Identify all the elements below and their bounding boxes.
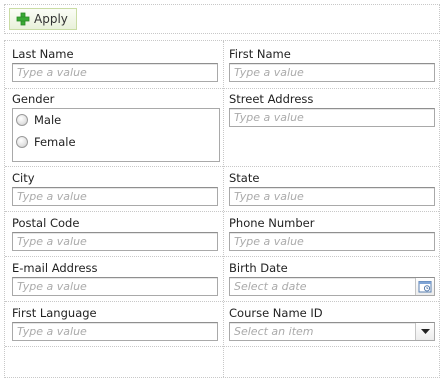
phone-number-label: Phone Number <box>229 216 315 230</box>
first-name-input[interactable]: Type a value <box>229 63 435 82</box>
radio-button[interactable] <box>16 136 28 148</box>
apply-button[interactable]: Apply <box>9 8 77 30</box>
state-input[interactable]: Type a value <box>229 187 435 206</box>
chevron-down-icon[interactable] <box>415 323 434 340</box>
plus-icon <box>16 12 30 26</box>
birth-date-label: Birth Date <box>229 261 288 275</box>
row-divider <box>5 88 439 89</box>
row-divider <box>5 346 439 347</box>
city-label: City <box>12 171 35 185</box>
calendar-icon[interactable] <box>415 278 434 295</box>
phone-number-input[interactable]: Type a value <box>229 232 435 251</box>
toolbar: Apply <box>4 4 440 34</box>
street-address-input[interactable]: Type a value <box>229 108 435 127</box>
postal-code-label: Postal Code <box>12 216 80 230</box>
gender-option-female[interactable]: Female <box>16 135 76 149</box>
state-label: State <box>229 171 260 185</box>
registration-form: Last Name Type a value First Name Type a… <box>4 40 440 378</box>
apply-label: Apply <box>34 12 68 26</box>
gender-label: Gender <box>12 92 55 106</box>
column-divider <box>223 41 224 377</box>
gender-option-male[interactable]: Male <box>16 113 61 127</box>
row-divider <box>5 256 439 257</box>
email-input[interactable]: Type a value <box>12 277 218 296</box>
last-name-label: Last Name <box>12 47 74 61</box>
last-name-input[interactable]: Type a value <box>12 63 218 82</box>
gender-option-label: Female <box>34 135 76 149</box>
row-divider <box>5 166 439 167</box>
first-language-label: First Language <box>12 306 97 320</box>
postal-code-input[interactable]: Type a value <box>12 232 218 251</box>
gender-option-label: Male <box>34 113 62 127</box>
street-address-label: Street Address <box>229 92 314 106</box>
birth-date-picker[interactable]: Select a date <box>229 277 435 296</box>
course-name-id-placeholder: Select an item <box>234 325 314 338</box>
course-name-id-label: Course Name ID <box>229 306 323 320</box>
course-name-id-select[interactable]: Select an item <box>229 322 435 341</box>
row-divider <box>5 301 439 302</box>
row-divider <box>5 211 439 212</box>
birth-date-placeholder: Select a date <box>234 280 307 293</box>
gender-radio-group: Male Female <box>12 108 220 162</box>
first-language-input[interactable]: Type a value <box>12 322 218 341</box>
radio-button[interactable] <box>16 114 28 126</box>
email-label: E-mail Address <box>12 261 98 275</box>
city-input[interactable]: Type a value <box>12 187 218 206</box>
first-name-label: First Name <box>229 47 291 61</box>
